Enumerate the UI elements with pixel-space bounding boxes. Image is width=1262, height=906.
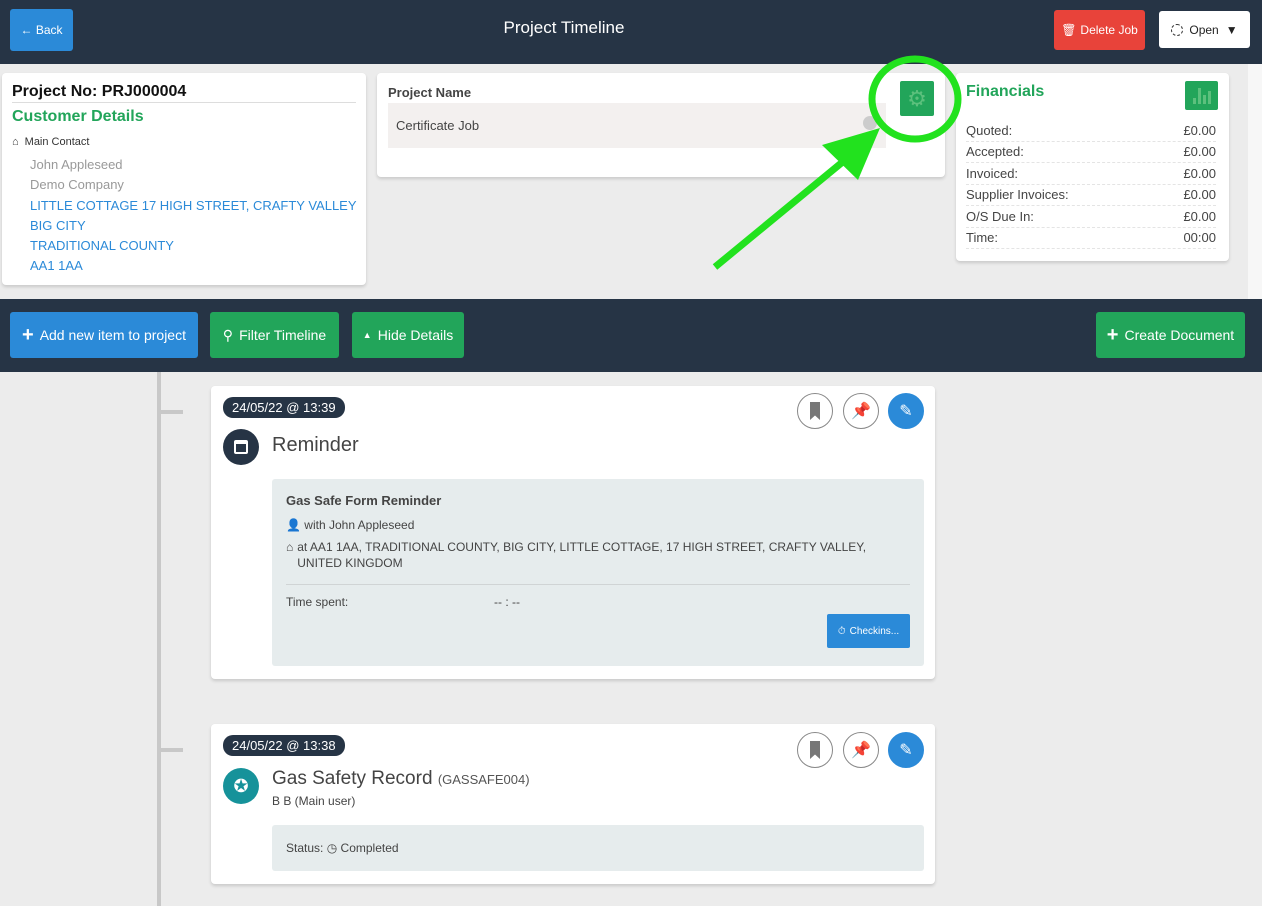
pin-icon: 📌 [851, 403, 871, 420]
edit-button[interactable]: ✎ [888, 393, 924, 429]
address-line[interactable]: TRADITIONAL COUNTY [30, 236, 357, 256]
financials-heading: Financials [966, 83, 1045, 100]
time-spent-label: Time spent: [286, 595, 349, 609]
caret-down-icon: ▼ [1225, 22, 1238, 37]
item-title: Gas Safety Record (GASSAFE004) [272, 768, 530, 789]
financial-row: Accepted: £0.00 [966, 142, 1216, 163]
calendar-icon [223, 429, 259, 465]
reminder-details: Gas Safe Form Reminder 👤 with John Apple… [272, 479, 924, 666]
certificate-icon: ✪ [223, 768, 259, 804]
contact-name: John Appleseed [30, 157, 123, 172]
pencil-icon: ✎ [899, 403, 913, 420]
filter-label: Filter Timeline [239, 327, 327, 343]
timeline-item-reminder: 24/05/22 @ 13:39 📌 ✎ Reminder Gas Safe F… [211, 386, 935, 679]
chart-button[interactable] [1185, 81, 1218, 110]
customer-card: Project No: PRJ000004 Customer Details ⌂… [2, 73, 366, 285]
clock-icon: ◷ [326, 841, 338, 855]
spinner-icon [1171, 23, 1184, 36]
checkins-label: Checkins... [849, 625, 900, 637]
edit-button[interactable]: ✎ [888, 732, 924, 768]
settings-gear-button[interactable]: ⚙ [900, 81, 934, 116]
pin-button[interactable]: 📌 [843, 732, 879, 768]
add-item-label: Add new item to project [39, 327, 186, 343]
create-document-button[interactable]: + Create Document [1096, 312, 1245, 358]
timeline-connector [161, 748, 183, 752]
timeline-item-gas-safety-record: 24/05/22 @ 13:38 📌 ✎ ✪ Gas Safety Record… [211, 724, 935, 884]
bookmark-icon [810, 402, 820, 420]
delete-job-button[interactable]: 🗑 Delete Job [1054, 10, 1145, 50]
project-name-label: Project Name [388, 85, 472, 100]
item-user: B B (Main user) [272, 794, 356, 808]
bookmark-icon [810, 741, 820, 759]
financials-list: Quoted: £0.00 Accepted: £0.00 Invoiced: £0.… [966, 120, 1216, 249]
pin-icon: 📌 [851, 742, 871, 759]
gear-icon: ⚙ [907, 85, 927, 111]
address-line[interactable]: AA1 1AA [30, 256, 357, 276]
status-dropdown[interactable]: Open ▼ [1159, 11, 1250, 48]
financial-row: Supplier Invoices: £0.00 [966, 185, 1216, 206]
main-contact-label: Main Contact [24, 136, 90, 148]
status-label: Status: [286, 841, 324, 855]
caret-up-icon: ▲ [362, 330, 372, 340]
time-spent-value: -- : -- [494, 595, 520, 609]
timeline-connector [161, 410, 183, 414]
date-badge: 24/05/22 @ 13:39 [223, 397, 345, 418]
customer-details-heading: Customer Details [12, 108, 144, 125]
financials-card: Financials Quoted: £0.00 Accepted: £0.00 I… [956, 73, 1229, 261]
bookmark-button[interactable] [797, 393, 833, 429]
status-label: Open [1189, 22, 1219, 37]
reminder-address: at AA1 1AA, TRADITIONAL COUNTY, BIG CITY… [297, 540, 867, 570]
filter-timeline-button[interactable]: ⚲ Filter Timeline [210, 312, 339, 358]
hide-details-button[interactable]: ▲ Hide Details [352, 312, 464, 358]
checkins-button[interactable]: ⏱ Checkins... [827, 614, 910, 648]
scrollbar[interactable] [1248, 64, 1262, 299]
financial-row: O/S Due In: £0.00 [966, 206, 1216, 228]
delete-label: Delete Job [1080, 23, 1138, 37]
home-icon: ⌂ [12, 136, 19, 148]
trash-icon: 🗑 [1061, 23, 1077, 37]
date-badge: 24/05/22 @ 13:38 [223, 735, 345, 756]
bookmark-button[interactable] [797, 732, 833, 768]
company-name: Demo Company [30, 177, 124, 193]
project-number: Project No: PRJ000004 [12, 83, 356, 103]
pencil-icon: ✎ [899, 742, 913, 759]
add-item-button[interactable]: + Add new item to project [10, 312, 198, 358]
timeline-line [157, 372, 161, 906]
address-line[interactable]: BIG CITY [30, 216, 357, 236]
create-label: Create Document [1124, 327, 1235, 343]
hide-label: Hide Details [377, 327, 454, 343]
plus-icon: + [22, 323, 34, 346]
search-icon: ⚲ [222, 326, 234, 343]
bar-chart-icon [1192, 88, 1211, 104]
reminder-subject: Gas Safe Form Reminder [286, 493, 442, 508]
financial-row: Invoiced: £0.00 [966, 163, 1216, 185]
financial-row: Time: 00:00 [966, 228, 1216, 249]
financial-row: Quoted: £0.00 [966, 120, 1216, 142]
stopwatch-icon: ⏱ [837, 625, 846, 637]
status-value: Completed [340, 841, 399, 855]
divider [286, 584, 910, 585]
status-details: Status: ◷ Completed [272, 825, 924, 871]
plus-icon: + [1106, 323, 1119, 346]
address-line[interactable]: LITTLE COTTAGE 17 HIGH STREET, CRAFTY VA… [30, 196, 357, 216]
person-icon: 👤 [286, 518, 301, 532]
item-code: (GASSAFE004) [437, 772, 530, 787]
item-title: Reminder [272, 434, 359, 456]
home-icon: ⌂ [286, 540, 294, 554]
project-name-card: Project Name Certificate Job ⚙ [377, 73, 945, 177]
pin-button[interactable]: 📌 [843, 393, 879, 429]
clear-icon[interactable] [863, 116, 877, 130]
project-name-field[interactable]: Certificate Job [388, 103, 886, 148]
page-title: Project Timeline [503, 18, 625, 37]
reminder-with: with John Appleseed [304, 518, 415, 532]
